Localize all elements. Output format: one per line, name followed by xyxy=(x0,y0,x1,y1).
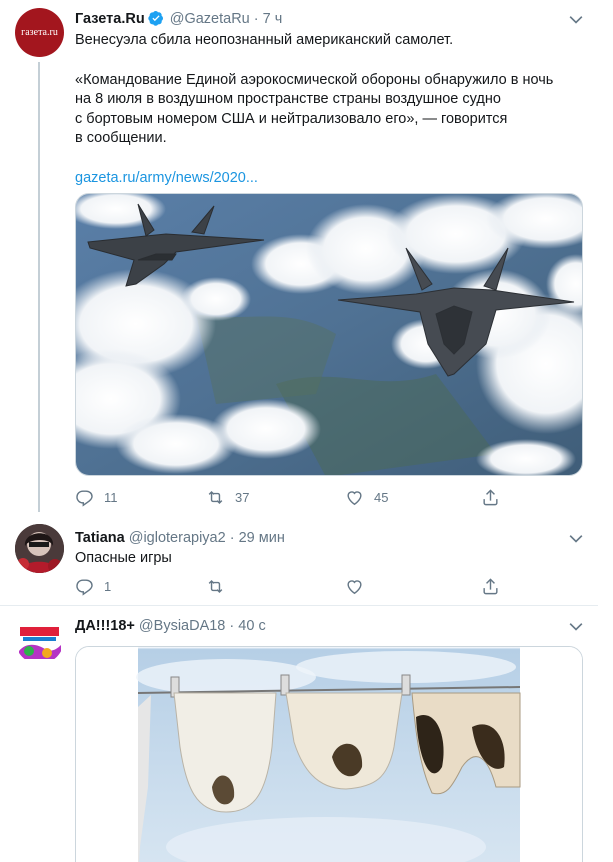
reply-button[interactable]: 11 xyxy=(75,486,118,508)
separator-dot: · xyxy=(229,530,235,546)
author-name[interactable]: ДА!!!18+ xyxy=(75,618,135,634)
tweet-text: Опасные игры xyxy=(75,550,172,566)
tweet-text: Венесуэла сбила неопознанный американски… xyxy=(75,31,575,188)
heart-icon xyxy=(347,579,362,594)
tweet-time[interactable]: 7 ч xyxy=(263,11,283,27)
chevron-down-icon[interactable] xyxy=(566,10,586,30)
tweet-actions: 11 37 45 xyxy=(75,486,505,508)
avatar-bysia[interactable] xyxy=(15,615,64,664)
tweet-header: Газета.Ru @GazetaRu · 7 ч xyxy=(75,10,282,29)
separator-dot: · xyxy=(253,11,259,27)
quote-line: на 8 июля в воздушном пространстве стран… xyxy=(75,91,501,107)
tweet-image-laundry[interactable] xyxy=(75,646,583,862)
reply-icon xyxy=(76,489,93,507)
retweet-button[interactable] xyxy=(206,575,225,597)
verified-badge-icon xyxy=(148,11,163,26)
reply-count: 11 xyxy=(104,489,118,505)
tweet-time[interactable]: 40 с xyxy=(238,618,265,634)
heart-icon xyxy=(347,490,362,505)
tweet-bysia[interactable]: ДА!!!18+ @BysiaDA18 · 40 с xyxy=(0,606,598,862)
avatar-gazeta[interactable]: газета.ru xyxy=(15,8,64,57)
like-button[interactable] xyxy=(345,575,364,597)
tweet-header: Tatiana @igloterapiya2 · 29 мин xyxy=(75,529,285,548)
chevron-down-icon[interactable] xyxy=(566,617,586,637)
tweet-gazeta[interactable]: газета.ru Газета.Ru @GazetaRu · 7 ч Вене… xyxy=(0,0,598,512)
tweet-text-line: Венесуэла сбила неопознанный американски… xyxy=(75,32,454,48)
tweet-time[interactable]: 29 мин xyxy=(239,530,285,546)
laundry-photo xyxy=(76,647,582,862)
reply-icon xyxy=(76,578,93,596)
retweet-count: 37 xyxy=(235,489,250,505)
author-name[interactable]: Tatiana xyxy=(75,530,125,546)
like-button[interactable]: 45 xyxy=(345,486,388,508)
author-handle[interactable]: @GazetaRu xyxy=(170,11,250,27)
tweet-image-jets[interactable] xyxy=(75,193,583,476)
separator-dot: · xyxy=(229,618,235,634)
retweet-icon xyxy=(208,490,223,504)
avatar-tatiana[interactable] xyxy=(15,524,64,573)
retweet-icon xyxy=(208,579,223,593)
share-icon xyxy=(483,577,498,594)
quote-line: с бортовым номером США и нейтрализовало … xyxy=(75,110,508,127)
share-button[interactable] xyxy=(481,486,500,508)
tweet-tatiana[interactable]: Tatiana @igloterapiya2 · 29 мин Опасные … xyxy=(0,512,598,604)
avatar-photo xyxy=(15,524,64,573)
reply-count: 1 xyxy=(104,578,112,594)
chevron-down-icon[interactable] xyxy=(566,529,586,549)
tweet-header: ДА!!!18+ @BysiaDA18 · 40 с xyxy=(75,617,266,636)
reply-button[interactable]: 1 xyxy=(75,575,111,597)
avatar-logo xyxy=(15,615,64,664)
article-link[interactable]: gazeta.ru/army/news/2020... xyxy=(75,169,575,189)
tweet-actions: 1 xyxy=(75,575,505,597)
author-handle[interactable]: @BysiaDA18 xyxy=(139,618,225,634)
share-icon xyxy=(483,488,498,505)
like-count: 45 xyxy=(374,489,389,505)
quote-line: «Командование Единой аэрокосмической обо… xyxy=(75,71,554,88)
retweet-button[interactable]: 37 xyxy=(206,486,249,508)
thread-line xyxy=(38,62,40,512)
fighter-jets-photo xyxy=(76,194,582,475)
gazeta-logo-text: газета.ru xyxy=(21,27,58,38)
share-button[interactable] xyxy=(481,575,500,597)
quote-line: в сообщении. xyxy=(75,130,167,146)
author-name[interactable]: Газета.Ru xyxy=(75,11,145,27)
author-handle[interactable]: @igloterapiya2 xyxy=(129,530,226,546)
